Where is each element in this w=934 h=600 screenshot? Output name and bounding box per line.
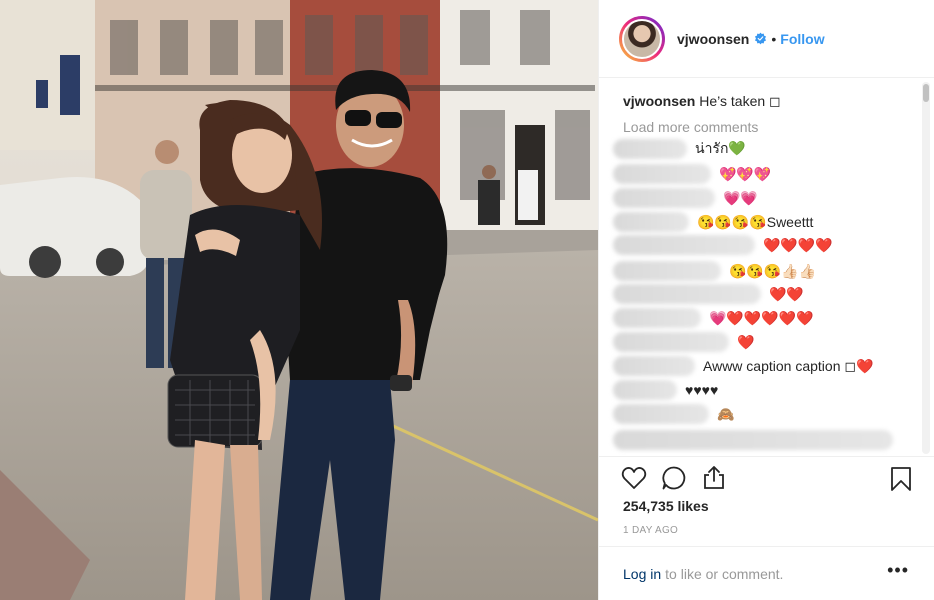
comment-text: ❤️❤️	[769, 285, 804, 302]
comment-row: 💖💖💖	[613, 164, 771, 184]
comment-icon[interactable]	[661, 465, 687, 491]
blurred-username	[613, 380, 677, 400]
more-options-icon[interactable]: •••	[887, 561, 909, 579]
post-header: vjwoonsen • Follow	[599, 0, 934, 78]
comments-scrollbar[interactable]	[922, 82, 930, 454]
load-more-comments-button[interactable]: Load more comments	[623, 119, 917, 135]
blurred-username	[613, 164, 711, 184]
blurred-username	[613, 308, 701, 328]
post-details-panel: vjwoonsen • Follow vjwoonsen He’s taken …	[598, 0, 934, 600]
blurred-username	[613, 261, 721, 281]
verified-badge-icon	[755, 32, 767, 45]
action-bar	[599, 456, 934, 498]
blurred-username	[613, 212, 689, 232]
comment-text: ❤️❤️❤️❤️	[763, 236, 833, 253]
comment-row: ♥♥♥♥	[613, 380, 718, 400]
blurred-username	[613, 356, 695, 376]
comment-row: Awww caption caption ◻❤️	[613, 356, 873, 376]
login-footer: Log in to like or comment. •••	[599, 546, 934, 600]
post-photo[interactable]	[0, 0, 598, 600]
comment-text: Awww caption caption ◻❤️	[703, 357, 874, 374]
comment-text: 😘😘😘👍🏻👍🏻	[729, 262, 817, 279]
comment-row: ❤️	[613, 332, 754, 352]
login-prompt-text: to like or comment.	[665, 565, 784, 582]
scrollbar-thumb[interactable]	[923, 84, 929, 102]
comment-text: 😘😘😘😘Sweettt	[697, 213, 814, 230]
comment-row: 😘😘😘👍🏻👍🏻	[613, 261, 816, 281]
comment-text: ❤️	[737, 333, 755, 350]
comment-row	[613, 430, 901, 450]
blurred-username	[613, 235, 755, 255]
comment-text: น่ารัก💚	[695, 140, 746, 156]
blurred-username	[613, 188, 715, 208]
follow-button[interactable]: Follow	[780, 31, 824, 47]
comment-text: 💗❤️❤️❤️❤️❤️	[709, 309, 814, 326]
blurred-username	[613, 404, 709, 424]
header-username[interactable]: vjwoonsen	[677, 31, 749, 47]
login-link[interactable]: Log in	[623, 566, 661, 582]
caption-username[interactable]: vjwoonsen	[623, 93, 695, 109]
comment-row: ❤️❤️❤️❤️	[613, 235, 833, 255]
post-caption: vjwoonsen He’s taken ◻	[623, 92, 917, 110]
bookmark-icon[interactable]	[889, 466, 913, 492]
blurred-username	[613, 332, 729, 352]
comment-row: 😘😘😘😘Sweettt	[613, 212, 813, 232]
blurred-username	[613, 139, 687, 159]
share-icon[interactable]	[701, 465, 727, 491]
caption-text: He’s taken ◻	[699, 93, 781, 109]
heart-icon[interactable]	[621, 465, 647, 491]
comment-row: 💗❤️❤️❤️❤️❤️	[613, 308, 814, 328]
blurred-comment	[613, 430, 893, 450]
likes-count[interactable]: 254,735 likes	[623, 498, 709, 514]
comment-text: ♥♥♥♥	[685, 382, 719, 398]
comment-row: 💗💗	[613, 188, 758, 208]
comment-text: 💖💖💖	[719, 165, 772, 182]
comment-text: 🙈	[717, 405, 735, 422]
comment-row: น่ารัก💚	[613, 139, 746, 159]
comment-row: 🙈	[613, 404, 734, 424]
avatar[interactable]	[619, 15, 665, 62]
header-separator: •	[771, 30, 777, 47]
blurred-username	[613, 284, 761, 304]
comments-section: vjwoonsen He’s taken ◻ Load more comment…	[599, 78, 934, 456]
couple-street-photo	[0, 0, 598, 600]
comment-text: 💗💗	[723, 189, 758, 206]
post-timestamp: 1 DAY AGO	[623, 525, 679, 536]
comment-row: ❤️❤️	[613, 284, 804, 304]
